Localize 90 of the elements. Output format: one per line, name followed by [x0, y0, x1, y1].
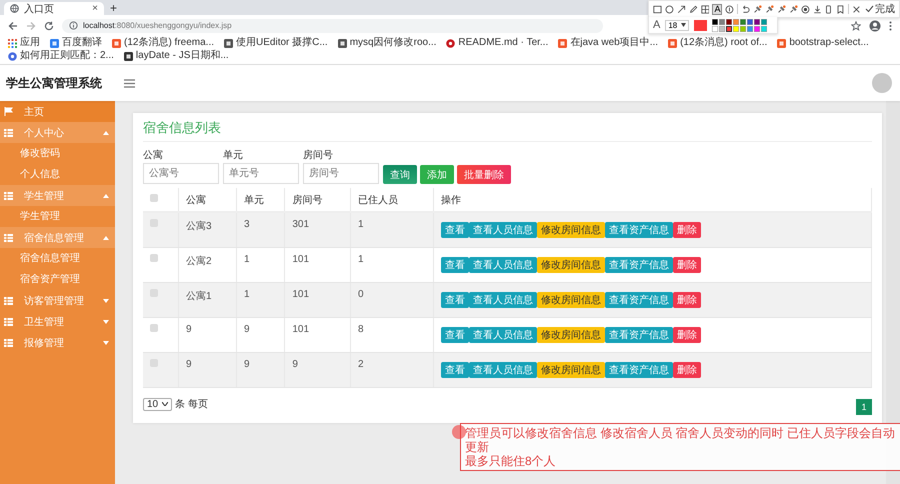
filter-field[interactable]: 房间号 — [303, 163, 379, 184]
action-button[interactable]: 修改房间信息 — [537, 222, 605, 238]
action-button[interactable]: 删除 — [673, 362, 701, 378]
table-cell: 公寓3 — [178, 212, 236, 248]
sidebar-item[interactable]: 卫生管理 — [0, 311, 115, 332]
page-size-select[interactable]: 10 — [143, 398, 172, 410]
bookmark[interactable]: (12条消息) freema... — [112, 37, 214, 49]
bookmark[interactable]: layDate - JS日期和... — [124, 50, 229, 62]
action-button[interactable]: 查看 — [441, 362, 469, 378]
action-button[interactable]: 查看资产信息 — [605, 362, 673, 378]
table-cell: 0 — [350, 282, 434, 318]
action-button[interactable]: 查看人员信息 — [469, 222, 537, 238]
action-button[interactable]: 查看资产信息 — [605, 222, 673, 238]
bookmark[interactable]: README.md · Ter... — [446, 37, 548, 49]
column-header: 单元 — [236, 188, 285, 212]
bookmark[interactable]: (12条消息) root of... — [668, 37, 768, 49]
table-cell: 9 — [178, 352, 236, 388]
text-tool-button[interactable]: A — [712, 4, 722, 14]
action-button[interactable]: 查看人员信息 — [469, 257, 537, 273]
app-title: 学生公寓管理系统 — [6, 74, 103, 92]
sidebar-item[interactable]: 报修管理 — [0, 332, 115, 353]
sidebar-item[interactable]: 学生管理 — [0, 185, 115, 206]
filter-label: 房间号 — [303, 148, 334, 162]
table-cell: 公寓1 — [178, 282, 236, 318]
column-header: 公寓 — [178, 188, 236, 212]
page-button[interactable]: 1 — [856, 399, 872, 415]
action-button[interactable]: 查看资产信息 — [605, 292, 673, 308]
annotation-text: 最多只能住8个人 — [465, 454, 557, 468]
bookmark[interactable]: 百度翻译 — [50, 37, 102, 49]
table-cell: 301 — [284, 212, 351, 248]
bookmark[interactable]: 使用UEditor 摄撑C... — [224, 37, 328, 49]
sidebar-item[interactable]: 个人中心 — [0, 122, 115, 143]
bookmark[interactable]: 在java web项目中... — [558, 37, 658, 49]
action-button[interactable]: 查看资产信息 — [605, 327, 673, 343]
page-size-label: 条 每页 — [175, 398, 208, 411]
table-cell: 1 — [236, 282, 285, 318]
column-header: 已住人员 — [350, 188, 434, 212]
new-tab-button[interactable]: + — [110, 2, 118, 15]
action-button[interactable]: 查看资产信息 — [605, 257, 673, 273]
table-cell: 101 — [284, 282, 351, 318]
toolbar-button[interactable]: 添加 — [420, 165, 454, 184]
sidebar-subitem[interactable]: 宿舍信息管理 — [0, 248, 115, 269]
sidebar-item[interactable]: 访客管理管理 — [0, 290, 115, 311]
filter-field[interactable]: 公寓号 — [143, 163, 219, 184]
bookmark[interactable]: bootstrap-select... — [777, 37, 869, 49]
action-button[interactable]: 查看 — [441, 257, 469, 273]
toolbar-button[interactable]: 查询 — [383, 165, 417, 184]
action-button[interactable]: 删除 — [673, 222, 701, 238]
column-header: 操作 — [434, 188, 872, 212]
tab-title: 入口页 — [24, 2, 55, 16]
browser-tab[interactable]: 入口页 × — [4, 2, 104, 15]
sidebar-item[interactable]: 宿舍信息管理 — [0, 227, 115, 248]
sidebar-subitem[interactable]: 宿舍资产管理 — [0, 269, 115, 290]
address-bar[interactable]: localhost:8080/xueshenggongyu/index.jsp — [62, 18, 603, 32]
filter-label: 单元 — [223, 148, 244, 162]
action-button[interactable]: 查看人员信息 — [469, 362, 537, 378]
action-button[interactable]: 修改房间信息 — [537, 257, 605, 273]
action-button[interactable]: 删除 — [673, 292, 701, 308]
bookmark[interactable]: 应用 — [8, 37, 40, 49]
action-button[interactable]: 查看 — [441, 222, 469, 238]
toolbar-button[interactable]: 批量删除 — [457, 165, 511, 184]
table-cell: 9 — [284, 352, 351, 388]
card-title: 宿舍信息列表 — [143, 119, 872, 142]
annotation-text: 管理员可以修改宿舍信息 修改宿舍人员 宿舍人员变动的同时 已住人员字段会自动更新 — [465, 426, 896, 454]
column-header: 房间号 — [284, 188, 351, 212]
table-cell: 3 — [236, 212, 285, 248]
table-cell: 9 — [236, 352, 285, 388]
table-cell: 1 — [350, 212, 434, 248]
action-button[interactable]: 查看 — [441, 327, 469, 343]
bookmark[interactable]: mysq因何修改roo... — [338, 37, 436, 49]
action-button[interactable]: 修改房间信息 — [537, 292, 605, 308]
font-size-select[interactable]: 18 — [665, 20, 690, 30]
filter-field[interactable]: 单元号 — [223, 163, 299, 184]
close-tab-button[interactable]: × — [92, 3, 98, 14]
sidebar-item[interactable]: 主页 — [0, 101, 115, 122]
sidebar-subitem[interactable]: 修改密码 — [0, 143, 115, 164]
font-label: A — [653, 19, 660, 31]
action-button[interactable]: 删除 — [673, 327, 701, 343]
sidebar-subitem[interactable]: 学生管理 — [0, 206, 115, 227]
action-button[interactable]: 删除 — [673, 257, 701, 273]
filter-label: 公寓 — [143, 148, 164, 162]
action-button[interactable]: 查看人员信息 — [469, 292, 537, 308]
action-button[interactable]: 修改房间信息 — [537, 327, 605, 343]
done-button[interactable]: 完成 — [864, 2, 895, 16]
bookmark[interactable]: 如何用正则匹配：2... — [8, 50, 114, 62]
action-button[interactable]: 查看 — [441, 292, 469, 308]
action-button[interactable]: 查看人员信息 — [469, 327, 537, 343]
table-cell: 2 — [350, 352, 434, 388]
action-button[interactable]: 修改房间信息 — [537, 362, 605, 378]
sidebar-subitem[interactable]: 个人信息 — [0, 164, 115, 185]
